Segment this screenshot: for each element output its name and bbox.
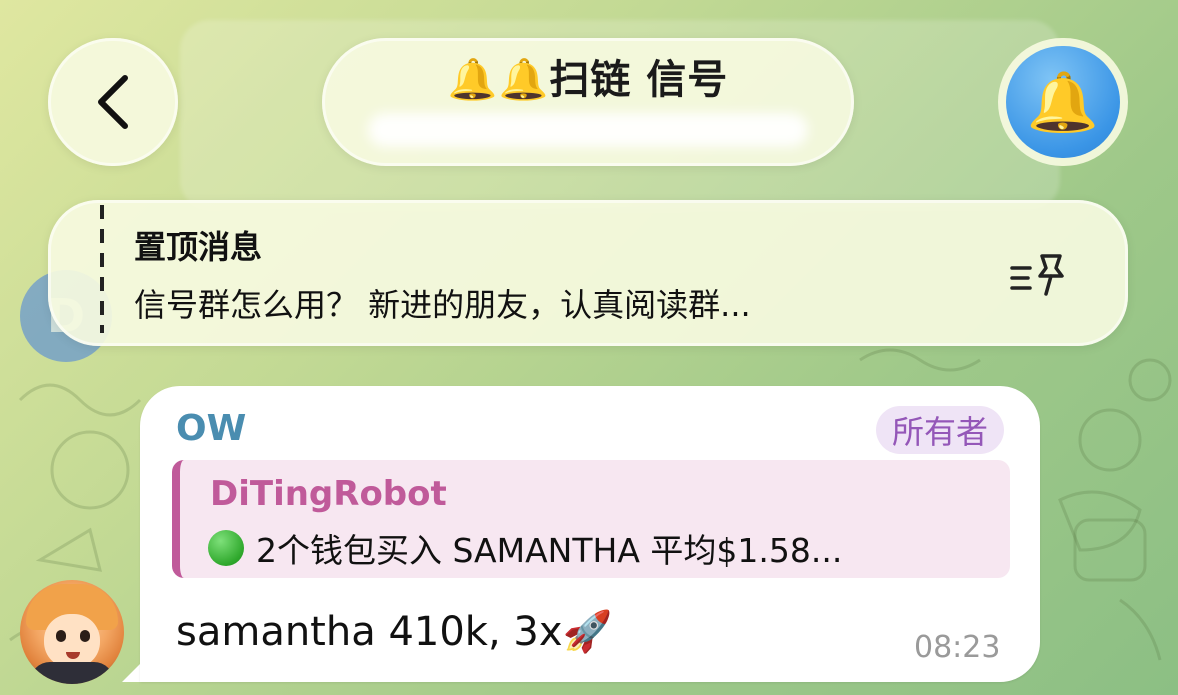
bell-icon: 🔔	[1006, 46, 1120, 158]
chevron-left-icon	[98, 75, 128, 129]
message-timestamp: 08:23	[914, 630, 1001, 665]
reply-sender: DiTingRobot	[210, 474, 447, 514]
owner-badge: 所有者	[876, 406, 1005, 454]
avatar-body	[30, 662, 114, 684]
message-sender[interactable]: OW	[176, 408, 246, 449]
avatar-eye	[80, 630, 90, 642]
pinned-title: 置顶消息	[134, 228, 263, 266]
pinned-indicator	[100, 205, 104, 333]
avatar-eye	[56, 630, 66, 642]
message-text: samantha 410k, 3x🚀	[176, 609, 613, 655]
avatar[interactable]	[20, 580, 124, 684]
reply-preview-text: 2个钱包买入 SAMANTHA 平均$1.58...	[256, 531, 843, 570]
reply-quote[interactable]: DiTingRobot 2个钱包买入 SAMANTHA 平均$1.58...	[172, 460, 1010, 578]
reply-preview: 2个钱包买入 SAMANTHA 平均$1.58...	[208, 524, 842, 572]
green-circle-icon	[208, 530, 244, 566]
pin-list-icon[interactable]	[1008, 252, 1068, 309]
avatar-face	[44, 614, 100, 668]
back-button[interactable]	[48, 38, 178, 166]
pin-icon	[1010, 254, 1064, 296]
pinned-preview: 信号群怎么用？ 新进的朋友，认真阅读群...	[134, 286, 751, 324]
chat-title: 🔔🔔扫链 信号	[447, 57, 729, 103]
chat-title-pill[interactable]: 🔔🔔扫链 信号	[322, 38, 854, 166]
chat-subtitle-redacted	[368, 113, 808, 147]
chat-avatar-button[interactable]: 🔔	[998, 38, 1128, 166]
